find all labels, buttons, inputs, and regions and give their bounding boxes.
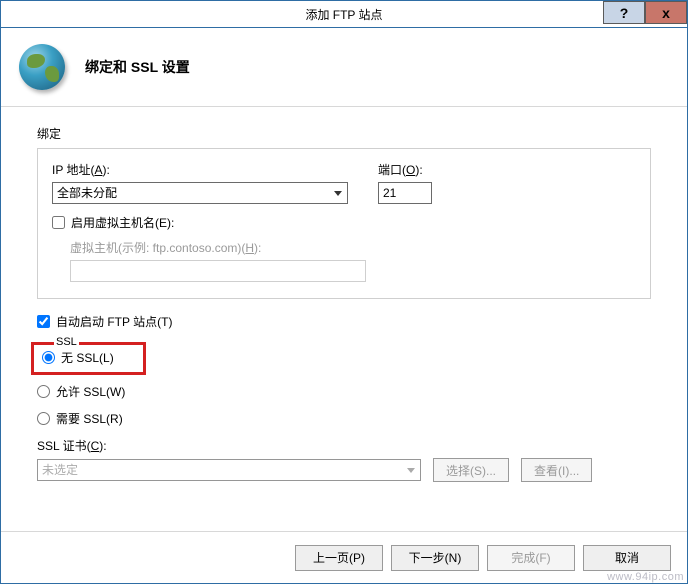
- wizard-header: 绑定和 SSL 设置: [1, 28, 687, 106]
- binding-group-title: 绑定: [37, 125, 651, 142]
- window-title: 添加 FTP 站点: [1, 6, 687, 23]
- cancel-button[interactable]: 取消: [583, 545, 671, 571]
- ip-address-select[interactable]: 全部未分配: [52, 182, 348, 204]
- title-bar: 添加 FTP 站点 ? x: [0, 0, 688, 27]
- help-button[interactable]: ?: [603, 1, 645, 24]
- title-controls: ? x: [603, 1, 687, 28]
- require-ssl-radio[interactable]: [37, 412, 50, 425]
- content-area: 绑定 IP 地址(A): 全部未分配 端口(O):: [1, 107, 687, 531]
- enable-virtual-host-checkbox[interactable]: [52, 216, 65, 229]
- previous-button[interactable]: 上一页(P): [295, 545, 383, 571]
- binding-box: IP 地址(A): 全部未分配 端口(O):: [37, 148, 651, 299]
- allow-ssl-label: 允许 SSL(W): [56, 383, 125, 400]
- ssl-group-title-cut: SSL: [54, 336, 79, 348]
- autostart-checkbox[interactable]: [37, 315, 50, 328]
- ssl-cert-label: SSL 证书(C):: [37, 437, 651, 454]
- select-cert-button: 选择(S)...: [433, 458, 509, 482]
- no-ssl-label: 无 SSL(L): [61, 349, 114, 366]
- autostart-label: 自动启动 FTP 站点(T): [56, 313, 172, 330]
- finish-button: 完成(F): [487, 545, 575, 571]
- require-ssl-label: 需要 SSL(R): [56, 410, 123, 427]
- highlight-box: SSL 无 SSL(L): [31, 342, 146, 375]
- next-button[interactable]: 下一步(N): [391, 545, 479, 571]
- virtual-host-input: [70, 260, 366, 282]
- port-label: 端口(O):: [378, 161, 432, 178]
- wizard-footer: 上一页(P) 下一步(N) 完成(F) 取消: [1, 531, 687, 583]
- ssl-section: SSL 无 SSL(L) 允许 SSL(W): [37, 342, 651, 482]
- enable-virtual-host-label: 启用虚拟主机名(E):: [71, 214, 174, 231]
- watermark: www.94ip.com: [607, 571, 684, 583]
- ssl-cert-select[interactable]: 未选定: [37, 459, 421, 481]
- globe-icon: [19, 44, 65, 90]
- view-cert-button: 查看(I)...: [521, 458, 592, 482]
- no-ssl-radio[interactable]: [42, 351, 55, 364]
- ip-address-label: IP 地址(A):: [52, 161, 348, 178]
- page-title: 绑定和 SSL 设置: [85, 57, 190, 77]
- virtual-host-label: 虚拟主机(示例: ftp.contoso.com)(H):: [70, 239, 636, 256]
- port-input[interactable]: [378, 182, 432, 204]
- close-button[interactable]: x: [645, 1, 687, 24]
- allow-ssl-radio[interactable]: [37, 385, 50, 398]
- window-body: 绑定和 SSL 设置 绑定 IP 地址(A): 全部未分配: [0, 27, 688, 584]
